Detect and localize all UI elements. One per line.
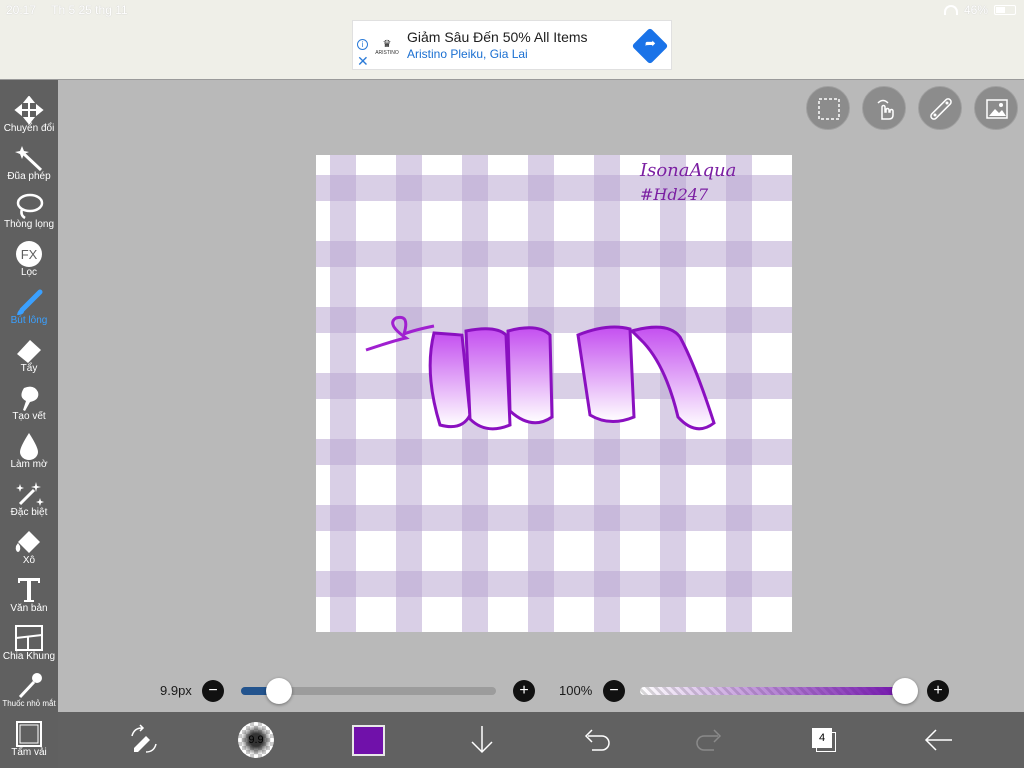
tool-smudge[interactable]: Tạo vết: [0, 376, 58, 424]
signature-name: IsonaAqua: [639, 160, 736, 181]
ad-banner[interactable]: i ✕ ARISTINO Giảm Sâu Đến 50% All Items …: [352, 20, 672, 70]
tool-text[interactable]: Văn bản: [0, 568, 58, 616]
tool-label: Đũa phép: [7, 171, 51, 182]
swap-brush-eraser-icon[interactable]: [128, 724, 160, 756]
canvas-icon: [16, 721, 42, 747]
download-arrow-icon[interactable]: [466, 724, 498, 756]
directions-icon[interactable]: [631, 27, 669, 65]
tool-special[interactable]: Đặc biệt: [0, 472, 58, 520]
tool-label: Đặc biệt: [10, 507, 48, 518]
blur-drop-icon: [20, 433, 38, 460]
close-icon[interactable]: ✕: [357, 54, 369, 68]
battery-percent: 46%: [963, 3, 988, 17]
info-icon[interactable]: i: [357, 39, 368, 50]
artwork: IsonaAqua #Hd247: [316, 155, 792, 632]
gingham-stripe-vertical: [726, 155, 752, 632]
back-arrow-icon[interactable]: [922, 724, 954, 756]
signature-tag: #Hd247: [640, 185, 709, 204]
layer-count: 4: [812, 728, 832, 748]
tool-label: Tấm vải: [11, 747, 47, 758]
tool-bucket[interactable]: Xô: [0, 520, 58, 568]
reference-image-button[interactable]: [974, 86, 1018, 130]
special-sparkle-icon: [16, 482, 44, 506]
brush-preview-label: 9.9: [248, 734, 264, 746]
tool-frame-divider[interactable]: Chia Khung: [0, 616, 58, 664]
tool-transform[interactable]: Chuyển đổi: [0, 88, 58, 136]
gingham-stripe-horizontal: [316, 505, 792, 531]
opacity-slider-handle[interactable]: [892, 678, 918, 704]
tool-label: Tẩy: [20, 363, 38, 374]
lasso-icon: [16, 193, 44, 220]
brush-size-value: 9.9px: [160, 683, 192, 698]
brush-size-increase-button[interactable]: +: [513, 680, 535, 702]
gingham-pattern: [316, 155, 792, 632]
drawing-canvas[interactable]: IsonaAqua #Hd247: [316, 155, 792, 632]
tool-lasso[interactable]: Thòng lọng: [0, 184, 58, 232]
bottom-toolbar: 9.9 4: [58, 712, 1024, 768]
tool-label: Lọc: [20, 267, 38, 278]
opacity-value: 100%: [559, 683, 593, 698]
selection-icon: [818, 98, 840, 120]
svg-text:FX: FX: [21, 247, 38, 262]
ruler-icon: [930, 98, 952, 120]
fx-filter-icon: FX: [16, 241, 42, 267]
undo-icon[interactable]: [580, 724, 612, 756]
brush-icon: [17, 289, 43, 315]
tool-label: Tạo vết: [12, 411, 46, 422]
opacity-slider[interactable]: [640, 687, 906, 695]
top-area: 20:17 Th 5 25 thg 11 46% i ✕ ARISTINO Gi…: [0, 0, 1024, 80]
eraser-icon: [17, 340, 41, 363]
tool-label: Bút lông: [10, 315, 48, 326]
opacity-increase-button[interactable]: +: [927, 680, 949, 702]
wifi-icon: [943, 5, 958, 15]
status-bar-left: 20:17 Th 5 25 thg 11: [6, 3, 140, 17]
selection-button[interactable]: [806, 86, 850, 130]
brush-preview-button[interactable]: 9.9: [238, 722, 274, 758]
smudge-icon: [21, 386, 39, 411]
gingham-stripe-horizontal: [316, 373, 792, 399]
tool-filter[interactable]: FX Lọc: [0, 232, 58, 280]
tool-magic-wand[interactable]: Đũa phép: [0, 136, 58, 184]
status-time: 20:17: [6, 3, 37, 17]
tool-canvas[interactable]: Tấm vải: [0, 712, 58, 760]
bucket-icon: [15, 531, 40, 553]
tool-label: Làm mờ: [10, 459, 48, 470]
image-icon: [986, 99, 1008, 119]
status-date: Th 5 25 thg 11: [51, 3, 128, 17]
gesture-hand-icon: [877, 99, 894, 120]
move-arrows-icon: [14, 96, 44, 124]
tool-brush[interactable]: Bút lông: [0, 280, 58, 328]
redo-icon[interactable]: [694, 724, 726, 756]
ad-title[interactable]: Giảm Sâu Đến 50% All Items: [407, 29, 588, 45]
brush-size-slider-handle[interactable]: [266, 678, 293, 704]
tool-eyedropper[interactable]: Thuốc nhỏ mắt: [0, 664, 58, 712]
eyedropper-icon: [18, 673, 42, 699]
frame-divider-icon: [15, 625, 43, 651]
text-icon: [18, 578, 40, 602]
gingham-stripe-horizontal: [316, 439, 792, 465]
status-bar-right: 46%: [943, 3, 1016, 17]
magic-wand-icon: [15, 146, 43, 172]
color-swatch-button[interactable]: [352, 725, 385, 756]
tool-label: Xô: [22, 555, 36, 566]
ruler-button[interactable]: [918, 86, 962, 130]
tool-eraser[interactable]: Tẩy: [0, 328, 58, 376]
brush-size-decrease-button[interactable]: −: [202, 680, 224, 702]
tool-label: Văn bản: [10, 603, 48, 614]
gingham-stripe-horizontal: [316, 571, 792, 597]
ad-subtitle[interactable]: Aristino Pleiku, Gia Lai: [407, 47, 528, 61]
tool-blur[interactable]: Làm mờ: [0, 424, 58, 472]
gesture-button[interactable]: [862, 86, 906, 130]
opacity-decrease-button[interactable]: −: [603, 680, 625, 702]
tool-label: Thòng lọng: [3, 219, 55, 230]
ad-brand-logo: ARISTINO: [373, 39, 401, 56]
tool-sidebar: Chuyển đổi Đũa phép Thòng lọng FX Lọc Bú…: [0, 80, 58, 768]
layers-button[interactable]: 4: [810, 724, 838, 754]
tool-label: Chuyển đổi: [3, 123, 55, 134]
battery-icon: [994, 5, 1016, 15]
tool-label: Chia Khung: [2, 651, 56, 662]
tool-label: Thuốc nhỏ mắt: [2, 699, 56, 708]
